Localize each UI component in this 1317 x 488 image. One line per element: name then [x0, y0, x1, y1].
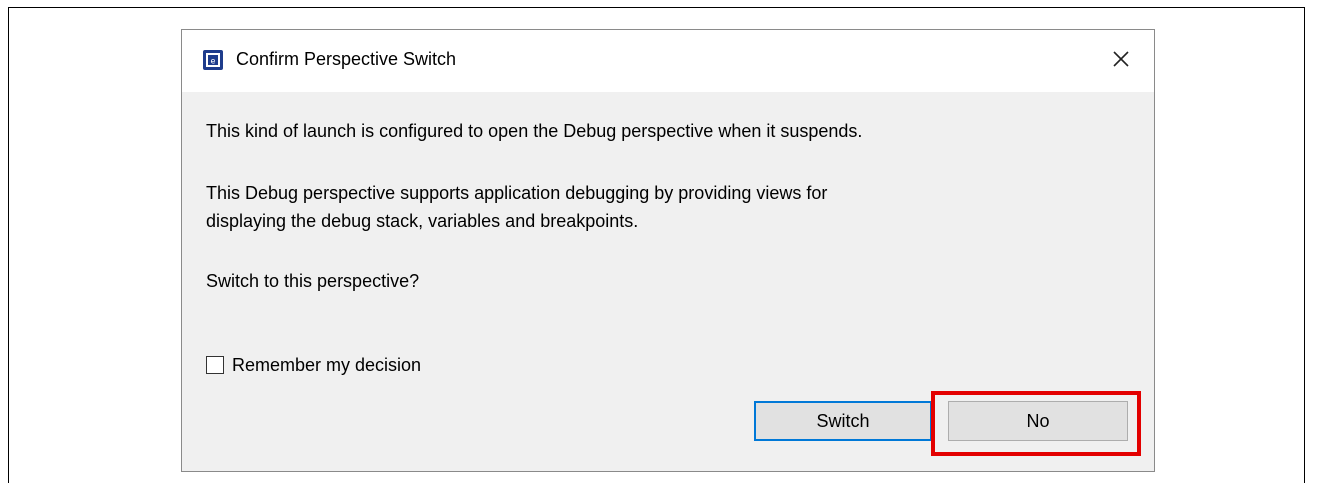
svg-text:e: e	[211, 57, 216, 66]
remember-decision-checkbox[interactable]	[206, 356, 224, 374]
message-launch-config: This kind of launch is configured to ope…	[206, 121, 863, 141]
switch-button[interactable]: Switch	[754, 401, 932, 441]
close-button[interactable]	[1106, 44, 1136, 74]
message-description-line1: This Debug perspective supports applicat…	[206, 183, 828, 203]
dialog-title: Confirm Perspective Switch	[236, 49, 457, 69]
close-icon	[1113, 51, 1129, 67]
remember-decision-label[interactable]: Remember my decision	[232, 355, 421, 376]
eclipse-e2-icon: e	[203, 50, 223, 70]
message-description-line2: displaying the debug stack, variables an…	[206, 211, 639, 231]
dialog-titlebar: e Confirm Perspective Switch	[182, 30, 1154, 92]
remember-decision-row[interactable]: Remember my decision	[206, 353, 421, 377]
highlight-box	[931, 391, 1141, 456]
message-question: Switch to this perspective?	[206, 271, 420, 291]
